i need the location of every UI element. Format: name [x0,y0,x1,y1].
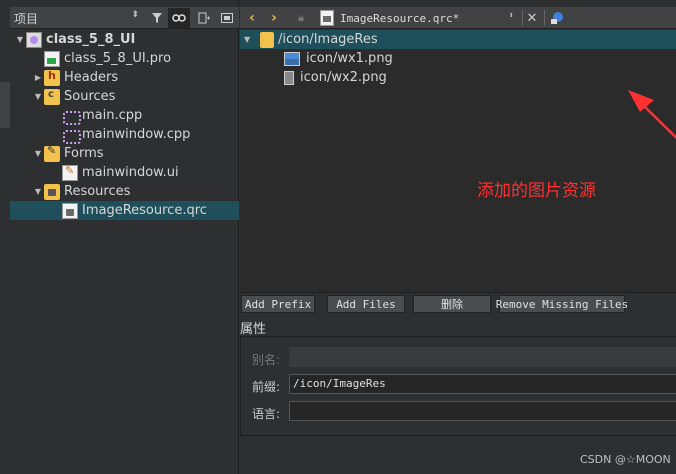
resource-file-label: icon/wx2.png [300,70,387,85]
updown-arrow-icon: ⬍ [131,10,139,20]
tree-item[interactable]: mainwindow.ui [10,163,239,182]
project-view-combo-label: 项目 [14,11,39,26]
collapse-arrow-icon[interactable]: ▼ [14,30,26,49]
alias-field [289,347,676,367]
project-view-combo[interactable]: 项目 ⬍ [10,7,143,29]
add-files-button[interactable]: Add Files [327,295,405,313]
resource-file-row[interactable]: icon/wx2.png [284,68,387,87]
forward-arrow-icon[interactable]: › [266,7,282,29]
tree-item-label: ImageResource.qrc [82,203,207,218]
open-file-name: ImageResource.qrc* [340,11,460,25]
remove-missing-files-button[interactable]: Remove Missing Files [496,295,628,313]
resource-button-bar: Add Prefix Add Files 删除 Remove Missing F… [240,292,676,316]
tree-item-label: Sources [64,89,116,104]
tree-item[interactable]: mainwindow.cpp [10,125,239,144]
collapse-arrow-icon[interactable]: ▼ [244,35,260,44]
tree-item-label: class_5_8_UI [46,32,136,47]
prefix-label: /icon/ImageRes [278,32,378,47]
resource-tree: ▼ /icon/ImageRes icon/wx1.png icon/wx2.p… [240,30,676,292]
qrc-file-icon [62,202,78,219]
cpp-file-icon [62,127,81,144]
tree-item[interactable]: ▼ Forms [10,144,239,163]
cpp-file-icon [62,108,81,125]
left-mode-strip [0,0,10,474]
forms-folder-icon [44,144,60,162]
tree-item[interactable]: ▼ class_5_8_UI [10,30,239,49]
tree-item[interactable]: ▼ Resources [10,182,239,201]
toolbar-separator [544,10,545,26]
tree-item-label: mainwindow.cpp [82,127,191,142]
resource-editor: ‹ › 🔒︎ ImageResource.qrc* ⬍ ✕ ▼ /icon/Im… [240,0,676,474]
tree-item-label: main.cpp [82,108,143,123]
filter-icon[interactable] [146,8,168,28]
tree-item-label: Forms [64,146,104,161]
tree-item-label: Resources [64,184,131,199]
toolbar-separator [522,10,523,26]
prefix-field-label: 前缀: [252,380,281,394]
updown-arrow-icon: ⬍ [508,11,514,21]
prefix-folder-icon [260,31,274,48]
watermark: CSDN @☆MOON [580,453,671,466]
annotation-arrow [628,90,676,140]
sidebar-header: 项目 ⬍ [10,7,239,29]
editor-toolbar: ‹ › 🔒︎ ImageResource.qrc* ⬍ ✕ [240,7,676,29]
mode-strip-marker [0,82,10,128]
resources-folder-icon [44,183,60,200]
ui-file-icon [62,164,78,181]
annotation-text: 添加的图片资源 [477,181,596,201]
split-editor-icon[interactable] [548,7,566,29]
delete-button[interactable]: 删除 [413,295,491,313]
language-field[interactable] [289,401,676,421]
expand-arrow-icon[interactable]: ▶ [32,68,44,87]
image-file-icon [284,51,300,66]
sources-folder-icon [44,88,60,105]
project-icon [26,31,42,48]
tree-item-label: Headers [64,70,119,85]
collapse-arrow-icon[interactable]: ▼ [32,87,44,106]
project-sidebar: 项目 ⬍ ▼ class_5_8_UI class_5_8_UI.pro ▶ Heade… [10,0,239,474]
project-tree: ▼ class_5_8_UI class_5_8_UI.pro ▶ Headers ▼ So… [10,30,239,220]
tree-item[interactable]: main.cpp [10,106,239,125]
collapse-arrow-icon[interactable]: ▼ [32,144,44,163]
prefix-row[interactable]: ▼ /icon/ImageRes [240,30,676,49]
close-file-icon[interactable]: ✕ [524,7,540,29]
open-file-combo[interactable]: ImageResource.qrc* ⬍ [316,7,520,29]
alias-label: 别名: [252,353,281,367]
tree-item-label: class_5_8_UI.pro [64,51,172,66]
headers-folder-icon [44,69,60,86]
resource-file-label: icon/wx1.png [306,51,393,66]
qrc-file-icon [320,10,334,26]
pro-file-icon [44,50,60,67]
collapse-arrow-icon[interactable]: ▼ [32,182,44,201]
tree-item[interactable]: class_5_8_UI.pro [10,49,239,68]
resource-file-row[interactable]: icon/wx1.png [284,49,393,68]
tree-item-label: mainwindow.ui [82,165,179,180]
back-arrow-icon[interactable]: ‹ [244,7,260,29]
language-label: 语言: [252,407,281,421]
tree-item[interactable]: ▼ Sources [10,87,239,106]
link-icon[interactable] [168,8,190,28]
properties-title: 属性 [240,322,267,337]
split-icon[interactable] [193,8,215,28]
tree-item[interactable]: ImageResource.qrc [10,201,239,220]
image-file-icon [284,70,294,85]
add-prefix-button[interactable]: Add Prefix [241,295,315,313]
tree-item[interactable]: ▶ Headers [10,68,239,87]
close-sidebar-icon[interactable] [216,8,238,28]
properties-panel: 别名: 前缀: /icon/ImageRes 语言: [240,336,676,436]
lock-icon: 🔒︎ [298,11,304,24]
prefix-field[interactable]: /icon/ImageRes [289,374,676,394]
